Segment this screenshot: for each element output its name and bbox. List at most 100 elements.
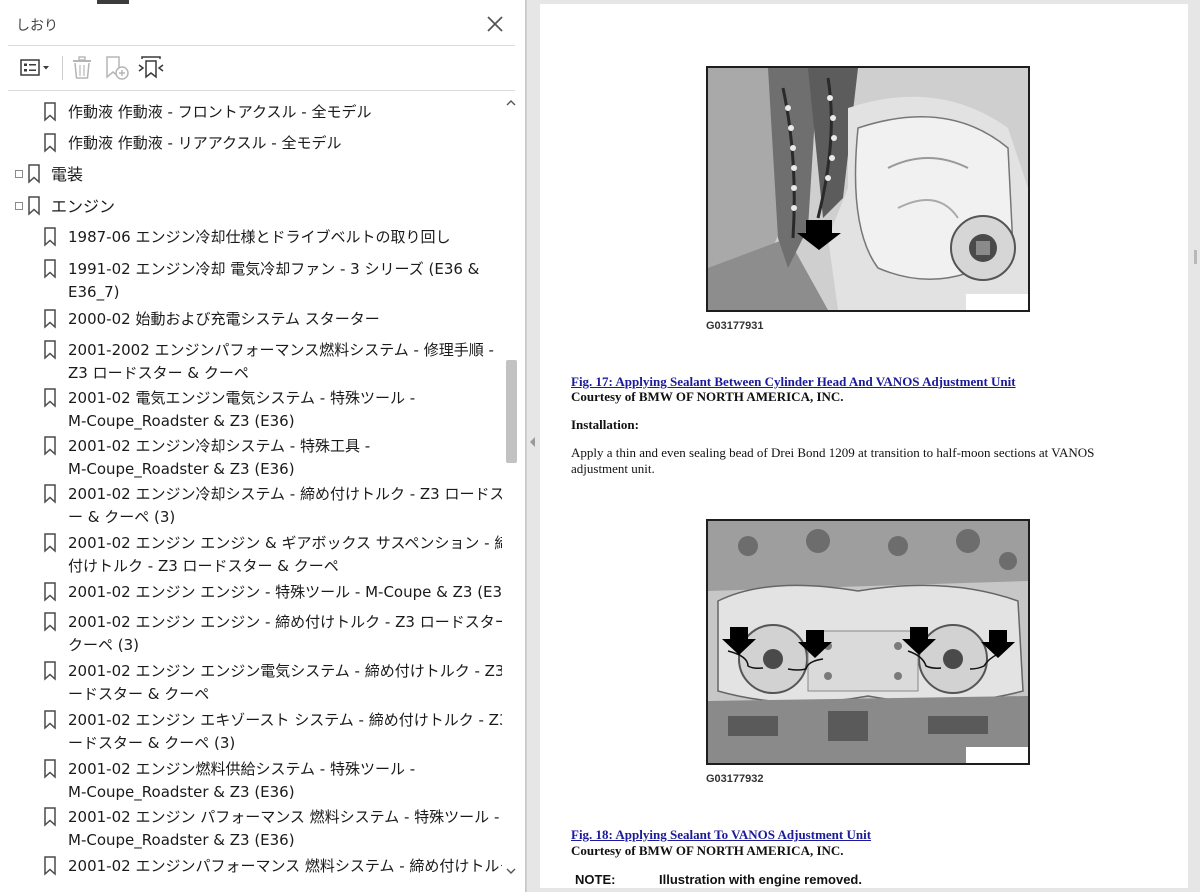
bookmark-item[interactable]: 2001-02 エンジン エンジン - 締め付けトルク - Z3 ロードスター … — [0, 611, 502, 657]
bookmark-icon — [44, 533, 56, 553]
bookmark-icon — [44, 102, 56, 122]
bookmark-label: 作動液 作動液 - フロントアクスル - 全モデル — [68, 103, 372, 121]
bookmark-label: 1991-02 エンジン冷却 電気冷却ファン - 3 シリーズ (E36 & — [68, 260, 480, 278]
bookmark-label-continued: 付けトルク - Z3 ロードスター & クーペ — [68, 557, 339, 575]
add-bookmark-icon — [106, 56, 129, 80]
figure-18-image — [706, 519, 1030, 765]
figure-17-caption-link[interactable]: Fig. 17: Applying Sealant Between Cylind… — [571, 374, 1016, 390]
options-menu-button[interactable] — [16, 54, 54, 82]
bookmark-icon — [44, 388, 56, 408]
bookmark-label-continued: ードスター & クーペ — [68, 685, 210, 703]
bookmark-icon — [44, 309, 56, 329]
figure-18-code: G03177932 — [706, 773, 764, 785]
bookmark-item[interactable]: 2001-2002 エンジンパフォーマンス燃料システム - 修理手順 - Z3 ロ… — [0, 339, 502, 385]
bookmark-label-continued: Z3 ロードスター & クーペ — [68, 364, 249, 382]
bookmark-label-continued: M-Coupe_Roadster & Z3 (E36) — [68, 783, 295, 801]
bookmark-item[interactable]: 2001-02 エンジンパフォーマンス 燃料システム - 締め付けトルク - — [0, 855, 502, 879]
delete-bookmark-button[interactable] — [68, 54, 96, 82]
bookmarks-panel: しおり 作動液 作動液 - フロントアクスル - 全モデル 作動液 作動液 - … — [0, 0, 526, 892]
close-icon — [487, 16, 503, 32]
collapse-arrow-icon[interactable] — [529, 436, 537, 448]
expand-bookmark-button[interactable] — [136, 54, 166, 82]
bookmark-item[interactable]: 2001-02 エンジン燃料供給システム - 特殊ツール - M-Coupe_Ro… — [0, 758, 502, 804]
note-label: NOTE: — [575, 872, 616, 887]
bookmark-icon — [44, 759, 56, 779]
note-text: Illustration with engine removed. — [659, 872, 862, 887]
bookmark-tree: 作動液 作動液 - フロントアクスル - 全モデル作動液 作動液 - リアアクス… — [0, 93, 502, 886]
bookmark-label-continued: E36_7) — [68, 283, 120, 301]
scroll-down-icon[interactable] — [506, 866, 516, 876]
bookmark-item[interactable]: 2001-02 エンジン冷却システム - 特殊工具 - M-Coupe_Roads… — [0, 435, 502, 481]
bookmarks-toolbar — [10, 50, 515, 86]
figure-17-code: G03177931 — [706, 320, 764, 332]
bookmark-label: 2001-2002 エンジンパフォーマンス燃料システム - 修理手順 - — [68, 341, 494, 359]
figure-18-caption-link[interactable]: Fig. 18: Applying Sealant To VANOS Adjus… — [571, 827, 871, 843]
bookmark-item[interactable]: 2001-02 エンジン エンジン & ギアボックス サスペンション - 締め付… — [0, 532, 502, 578]
bookmark-item[interactable]: 作動液 作動液 - フロントアクスル - 全モデル — [0, 101, 502, 125]
title-divider — [8, 45, 515, 46]
bookmark-item[interactable]: エンジン — [0, 195, 502, 219]
bookmark-icon — [28, 164, 40, 184]
bookmark-item[interactable]: 1991-02 エンジン冷却 電気冷却ファン - 3 シリーズ (E36 & E3… — [0, 258, 502, 304]
bookmark-icon — [44, 807, 56, 827]
document-scroll-thumb[interactable] — [1194, 250, 1197, 264]
bookmark-icon — [44, 484, 56, 504]
bookmark-item[interactable]: 1987-06 エンジン冷却仕様とドライブベルトの取り回し — [0, 226, 502, 250]
bookmark-label: 2001-02 エンジン エキゾースト システム - 締め付けトルク - Z3 … — [68, 711, 502, 729]
toolbar-separator — [62, 56, 63, 80]
bookmark-label-continued: M-Coupe_Roadster & Z3 (E36) — [68, 460, 295, 478]
installation-text: Apply a thin and even sealing bead of Dr… — [571, 445, 1095, 476]
new-bookmark-button[interactable] — [102, 54, 132, 82]
bookmark-icon — [28, 196, 40, 216]
figure-17-courtesy: Courtesy of BMW OF NORTH AMERICA, INC. — [571, 389, 844, 404]
bookmark-scrollbar[interactable] — [502, 93, 520, 886]
bookmark-item[interactable]: 2001-02 電気エンジン電気システム - 特殊ツール - M-Coupe_Ro… — [0, 387, 502, 433]
bookmark-icon — [44, 582, 56, 602]
bookmark-label: 2001-02 エンジン冷却システム - 締め付けトルク - Z3 ロードスタ — [68, 485, 502, 503]
bookmark-item[interactable]: 作動液 作動液 - リアアクスル - 全モデル — [0, 132, 502, 156]
bookmark-label: 電装 — [51, 165, 84, 184]
bookmark-label: 2001-02 エンジン エンジン電気システム - 締め付けトルク - Z3 ロ — [68, 662, 502, 680]
bookmark-item[interactable]: 2001-02 エンジン エンジン - 特殊ツール - M-Coupe & Z3… — [0, 581, 502, 605]
figure-18-courtesy: Courtesy of BMW OF NORTH AMERICA, INC. — [571, 843, 844, 858]
figure-17-image — [706, 66, 1030, 312]
scroll-up-icon[interactable] — [506, 98, 516, 108]
bookmark-label: 2001-02 エンジン燃料供給システム - 特殊ツール - — [68, 760, 416, 778]
expand-bookmark-icon — [138, 56, 164, 79]
bookmark-icon — [44, 259, 56, 279]
bookmark-item[interactable]: 2000-02 始動および充電システム スターター — [0, 308, 502, 332]
bookmark-label: 2001-02 エンジン エンジン & ギアボックス サスペンション - 締め — [68, 534, 502, 552]
bookmark-icon — [44, 436, 56, 456]
bookmark-item[interactable]: 電装 — [0, 163, 502, 187]
bookmark-label-continued: ー & クーペ (3) — [68, 508, 176, 526]
panel-title: しおり — [16, 18, 58, 34]
bookmark-label: 2001-02 エンジン パフォーマンス 燃料システム - 特殊ツール - — [68, 808, 500, 826]
bookmark-icon — [44, 340, 56, 360]
document-scrollbar[interactable] — [1188, 0, 1200, 892]
bookmark-item[interactable]: 2001-02 エンジン パフォーマンス 燃料システム - 特殊ツール - M-C… — [0, 806, 502, 852]
panel-splitter[interactable] — [526, 0, 538, 892]
bookmark-label: エンジン — [51, 197, 116, 216]
bookmark-icon — [44, 227, 56, 247]
bookmark-icon — [44, 710, 56, 730]
bookmark-item[interactable]: 2001-02 エンジン エンジン電気システム - 締め付けトルク - Z3 ロ… — [0, 660, 502, 706]
bookmark-label: 2001-02 エンジン エンジン - 特殊ツール - M-Coupe & Z3… — [68, 583, 502, 601]
toolbar-divider — [8, 90, 515, 91]
expand-toggle[interactable] — [15, 170, 23, 178]
bookmark-icon — [44, 856, 56, 876]
trash-icon — [73, 56, 91, 79]
expand-toggle[interactable] — [15, 202, 23, 210]
bookmark-label: 2001-02 エンジン冷却システム - 特殊工具 - — [68, 437, 371, 455]
scroll-thumb[interactable] — [506, 360, 517, 463]
bookmark-item[interactable]: 2001-02 エンジン エキゾースト システム - 締め付けトルク - Z3 … — [0, 709, 502, 755]
bookmark-label: 2000-02 始動および充電システム スターター — [68, 310, 380, 328]
close-panel-button[interactable] — [482, 11, 508, 37]
bookmark-label: 2001-02 エンジンパフォーマンス 燃料システム - 締め付けトルク - — [68, 857, 502, 875]
bookmark-label-continued: ードスター & クーペ (3) — [68, 734, 236, 752]
bookmark-label-continued: M-Coupe_Roadster & Z3 (E36) — [68, 412, 295, 430]
document-page: G03177931 Fig. 17: Applying Sealant Betw… — [540, 4, 1188, 888]
bookmark-label: 1987-06 エンジン冷却仕様とドライブベルトの取り回し — [68, 228, 451, 246]
bookmark-icon — [44, 133, 56, 153]
bookmark-item[interactable]: 2001-02 エンジン冷却システム - 締め付けトルク - Z3 ロードスター… — [0, 483, 502, 529]
installation-heading: Installation: — [571, 417, 639, 432]
